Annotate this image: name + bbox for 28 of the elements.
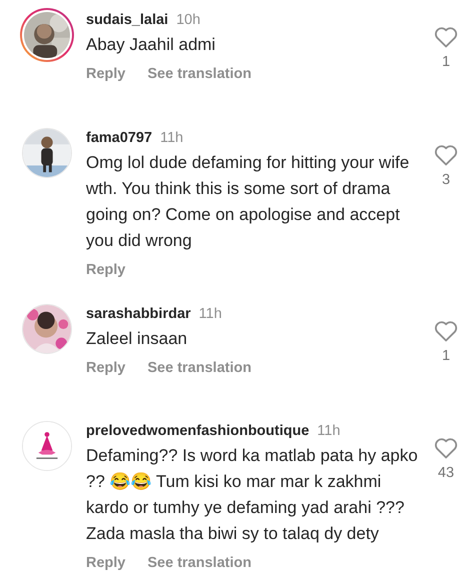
like-count: 43 — [438, 465, 454, 481]
action-link[interactable]: Reply — [86, 66, 126, 82]
comment-text: Abay Jaahil admi — [86, 34, 216, 56]
like-count: 3 — [442, 172, 450, 188]
timestamp: 10h — [176, 11, 200, 30]
comment-text: Omg lol dude defaming for hitting your wife wth. You think this is some sort of drama going on? Come on apologise and accept you did wrong — [86, 152, 410, 252]
action-link[interactable]: See translation — [148, 555, 252, 571]
timestamp: 11h — [160, 129, 184, 148]
heart-icon[interactable] — [434, 26, 458, 48]
action-link[interactable]: See translation — [148, 66, 252, 82]
action-link[interactable]: Reply — [86, 360, 126, 376]
action-link[interactable]: Reply — [86, 555, 126, 571]
action-link[interactable]: Reply — [86, 262, 126, 278]
like-count: 1 — [442, 348, 450, 364]
username[interactable]: fama0797 — [86, 128, 152, 148]
heart-icon[interactable] — [434, 144, 458, 166]
story-ring[interactable] — [20, 8, 74, 62]
comment-text: Zaleel insaan — [86, 328, 188, 350]
action-link[interactable]: See translation — [148, 360, 252, 376]
username[interactable]: sudais_lalai — [86, 10, 168, 30]
username[interactable]: sarashabbirdar — [86, 304, 191, 324]
heart-icon[interactable] — [434, 437, 458, 459]
username[interactable]: prelovedwomenfashionboutique — [86, 421, 310, 441]
timestamp: 11h — [198, 305, 222, 324]
like-count: 1 — [442, 54, 450, 70]
heart-icon[interactable] — [434, 320, 458, 342]
comment-text: Defaming?? Is word ka matlab pata hy apko ?? 😂😂 Tum kisi ko mar mar k zakhmi kardo or tumhy ye defaming yad arahi ??? Zada masla tha biwi sy to talaq dy dety — [86, 445, 419, 545]
timestamp: 11h — [317, 422, 340, 441]
